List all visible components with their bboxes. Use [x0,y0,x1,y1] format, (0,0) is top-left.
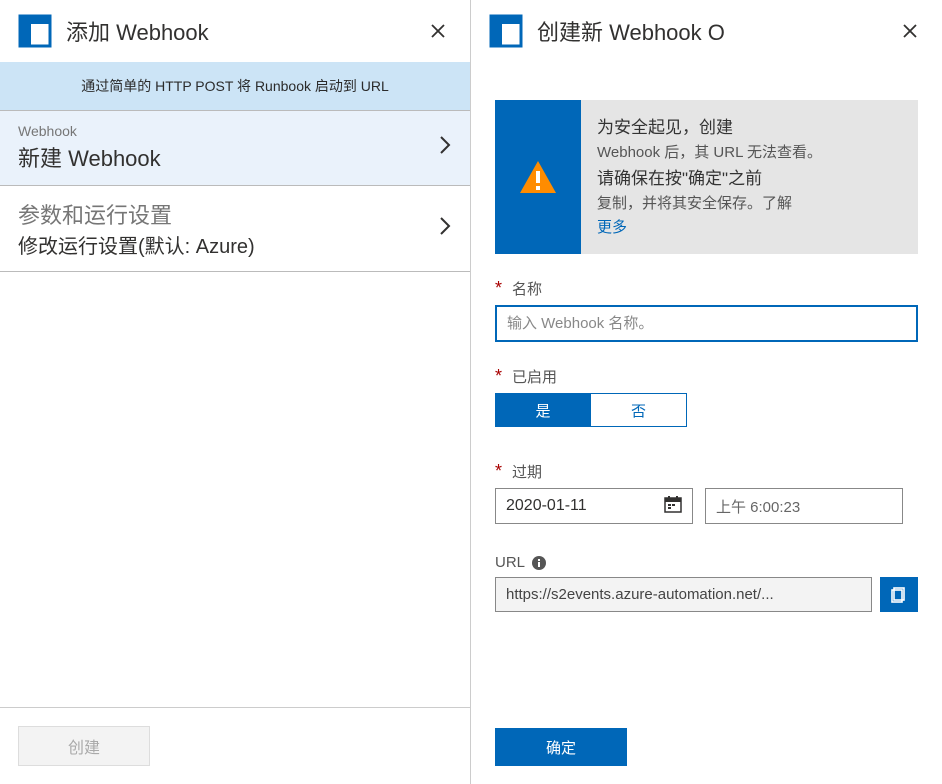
params-sub-label: 修改运行设置(默认: Azure) [18,230,430,259]
webhook-small-label: Webhook [18,123,430,139]
info-icon[interactable] [531,555,547,571]
copy-url-button[interactable] [880,577,918,612]
expire-label: * 过期 [495,461,918,482]
toggle-no-button[interactable]: 否 [591,393,687,427]
right-footer: 确定 [471,728,942,784]
webhook-list-item[interactable]: Webhook 新建 Webhook [0,110,470,185]
create-webhook-panel: 创建新 Webhook O 为安全起见，创建 Webhook 后，其 URL 无… [471,0,942,784]
learn-more-link[interactable]: 更多 [597,219,627,236]
params-list-item[interactable]: 参数和运行设置 修改运行设置(默认: Azure) [0,185,470,272]
url-display: https://s2events.azure-automation.net/..… [495,577,872,612]
calendar-icon [664,495,682,518]
right-header: 创建新 Webhook O [471,0,942,62]
chevron-right-icon [430,215,452,243]
add-webhook-panel: 添加 Webhook 通过简单的 HTTP POST 将 Runbook 启动到… [0,0,471,784]
chevron-right-icon [430,134,452,162]
warn-line3: 请确保在按"确定"之前 [597,169,762,188]
required-star-icon: * [495,278,502,299]
name-input[interactable] [495,305,918,342]
expire-date-input[interactable]: 2020-01-11 [495,488,693,524]
right-title: 创建新 Webhook O [537,15,882,47]
warning-box: 为安全起见，创建 Webhook 后，其 URL 无法查看。 请确保在按"确定"… [495,100,918,254]
close-left-button[interactable] [424,17,452,45]
left-footer: 创建 [0,707,470,784]
enabled-toggle: 是 否 [495,393,918,427]
expire-time-input[interactable]: 上午 6:00:23 [705,488,903,524]
url-label: URL [495,554,918,571]
required-star-icon: * [495,461,502,482]
left-header: 添加 Webhook [0,0,470,62]
info-banner: 通过简单的 HTTP POST 将 Runbook 启动到 URL [0,62,470,110]
warn-line2: Webhook 后，其 URL 无法查看。 [597,144,822,161]
enabled-label: * 已启用 [495,366,918,387]
warn-line1: 为安全起见，创建 [597,118,733,137]
ok-button[interactable]: 确定 [495,728,627,766]
blade-icon [489,14,523,48]
close-right-button[interactable] [896,17,924,45]
name-label: * 名称 [495,278,918,299]
left-title: 添加 Webhook [66,15,410,47]
warning-icon [495,100,581,254]
blade-icon [18,14,52,48]
warn-line4: 复制，并将其安全保存。了解 [597,195,792,212]
params-label: 参数和运行设置 [18,198,430,230]
create-button: 创建 [18,726,150,766]
toggle-yes-button[interactable]: 是 [495,393,591,427]
required-star-icon: * [495,366,502,387]
webhook-big-label: 新建 Webhook [18,141,430,173]
